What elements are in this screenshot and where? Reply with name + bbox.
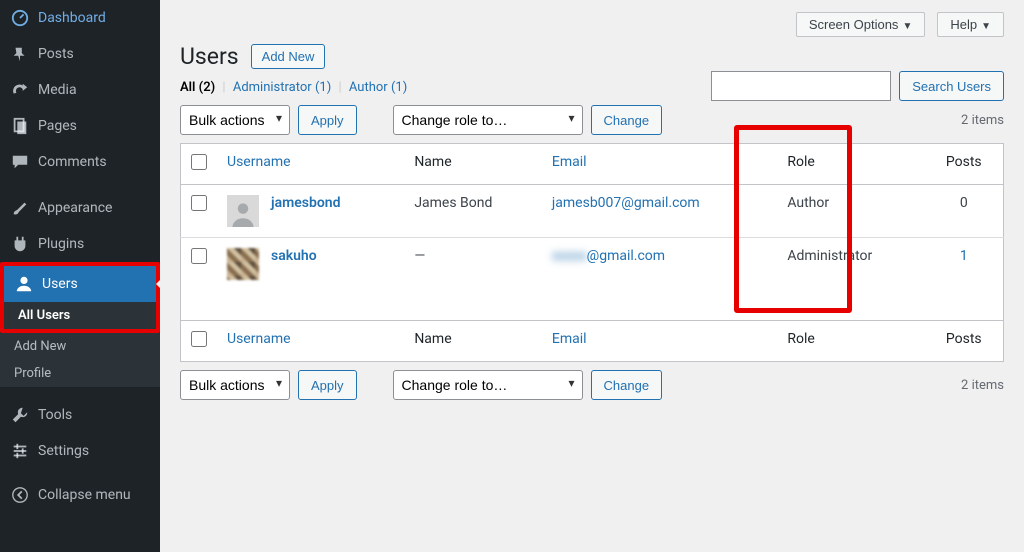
sidebar-item-tools[interactable]: Tools (0, 397, 160, 433)
cell-role: Author (777, 185, 924, 238)
brush-icon (10, 198, 30, 218)
sidebar-label: Media (38, 82, 77, 98)
comments-icon (10, 152, 30, 172)
col-username[interactable]: Username (217, 144, 404, 185)
filter-author[interactable]: Author (1) (349, 80, 407, 95)
dashboard-icon (10, 8, 30, 28)
col-role: Role (777, 144, 924, 185)
cell-name: — (404, 238, 542, 321)
users-submenu: All Users (4, 302, 156, 329)
search-users-button[interactable]: Search Users (899, 71, 1004, 101)
sidebar-label: Dashboard (38, 10, 106, 26)
collapse-icon (10, 485, 30, 505)
search-input[interactable] (711, 71, 891, 101)
col-role: Role (777, 321, 924, 362)
plugins-icon (10, 234, 30, 254)
sidebar-item-media[interactable]: Media (0, 72, 160, 108)
items-count-top: 2 items (961, 113, 1004, 128)
users-submenu-rest: Add New Profile (0, 333, 160, 387)
sidebar-item-users[interactable]: Users (4, 266, 156, 302)
sidebar-label: Plugins (38, 236, 84, 252)
collapse-menu[interactable]: Collapse menu (0, 477, 160, 513)
avatar (227, 248, 259, 280)
cell-name: James Bond (404, 185, 542, 238)
sidebar-label: Pages (38, 118, 77, 134)
sidebar-label: Comments (38, 154, 107, 170)
sidebar-item-dashboard[interactable]: Dashboard (0, 0, 160, 36)
col-name: Name (404, 144, 542, 185)
col-email[interactable]: Email (542, 321, 777, 362)
table-row: sakuho — xxxxx@gmail.com Administrator 1 (181, 238, 1004, 321)
sidebar-item-posts[interactable]: Posts (0, 36, 160, 72)
col-posts: Posts (925, 321, 1004, 362)
screen-options-button[interactable]: Screen Options▼ (796, 12, 926, 37)
avatar (227, 195, 259, 227)
col-name: Name (404, 321, 542, 362)
sidebar-item-plugins[interactable]: Plugins (0, 226, 160, 262)
collapse-label: Collapse menu (38, 487, 131, 503)
chevron-down-icon: ▼ (981, 21, 991, 32)
admin-sidebar: Dashboard Posts Media Pages Comments App… (0, 0, 160, 552)
cell-posts: 0 (925, 185, 1004, 238)
bulk-actions-select-bottom[interactable]: Bulk actions (180, 370, 290, 400)
pin-icon (10, 44, 30, 64)
posts-link[interactable]: 1 (960, 248, 968, 264)
sidebar-label: Settings (38, 443, 89, 459)
col-username[interactable]: Username (217, 321, 404, 362)
items-count-bottom: 2 items (961, 378, 1004, 393)
media-icon (10, 80, 30, 100)
col-email[interactable]: Email (542, 144, 777, 185)
sidebar-label: Users (42, 276, 78, 292)
row-checkbox[interactable] (191, 195, 207, 211)
add-new-button[interactable]: Add New (251, 44, 326, 69)
filter-all[interactable]: All (2) (180, 80, 215, 95)
submenu-all-users[interactable]: All Users (4, 302, 156, 329)
apply-button-bottom[interactable]: Apply (298, 370, 357, 400)
settings-icon (10, 441, 30, 461)
filter-administrator[interactable]: Administrator (1) (233, 80, 331, 95)
users-table: Username Name Email Role Posts jamesbond… (180, 143, 1004, 362)
change-role-select-bottom[interactable]: Change role to… (393, 370, 583, 400)
bulk-actions-select[interactable]: Bulk actions (180, 105, 290, 135)
tools-icon (10, 405, 30, 425)
sidebar-label: Posts (38, 46, 74, 62)
sidebar-label: Appearance (38, 200, 112, 216)
sidebar-item-pages[interactable]: Pages (0, 108, 160, 144)
sidebar-label: Tools (38, 407, 72, 423)
select-all-checkbox-bottom[interactable] (191, 331, 207, 347)
row-checkbox[interactable] (191, 248, 207, 264)
username-link[interactable]: sakuho (271, 248, 317, 264)
help-button[interactable]: Help▼ (937, 12, 1004, 37)
change-button-top[interactable]: Change (591, 105, 663, 135)
sidebar-item-comments[interactable]: Comments (0, 144, 160, 180)
chevron-down-icon: ▼ (902, 21, 912, 32)
email-link[interactable]: jamesb007@gmail.com (552, 195, 700, 211)
page-title: Users (180, 43, 239, 70)
main-content: Screen Options▼ Help▼ Users Add New All … (160, 0, 1024, 552)
users-icon (14, 274, 34, 294)
submenu-profile[interactable]: Profile (0, 360, 160, 387)
username-link[interactable]: jamesbond (271, 195, 341, 211)
col-posts: Posts (925, 144, 1004, 185)
change-button-bottom[interactable]: Change (591, 370, 663, 400)
change-role-select[interactable]: Change role to… (393, 105, 583, 135)
select-all-checkbox-top[interactable] (191, 154, 207, 170)
sidebar-item-appearance[interactable]: Appearance (0, 190, 160, 226)
sidebar-item-settings[interactable]: Settings (0, 433, 160, 469)
pages-icon (10, 116, 30, 136)
table-row: jamesbond James Bond jamesb007@gmail.com… (181, 185, 1004, 238)
submenu-add-new[interactable]: Add New (0, 333, 160, 360)
email-link[interactable]: xxxxx@gmail.com (552, 248, 665, 264)
apply-button-top[interactable]: Apply (298, 105, 357, 135)
cell-role: Administrator (777, 238, 924, 321)
